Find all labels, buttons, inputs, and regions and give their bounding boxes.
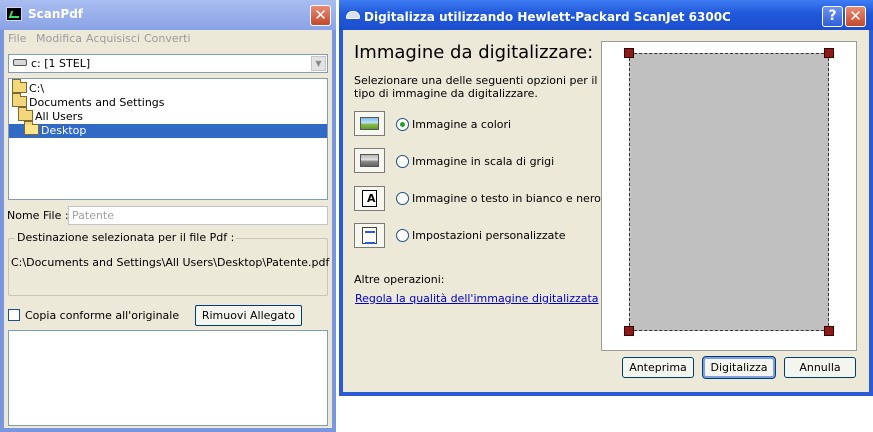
folder-label: Documents and Settings xyxy=(29,96,165,109)
crop-handle-bottom-right[interactable] xyxy=(824,326,834,336)
menu-modifica[interactable]: Modifica xyxy=(36,32,82,45)
altre-operazioni-label: Altre operazioni: xyxy=(354,273,445,286)
help-button[interactable]: ? xyxy=(822,6,843,27)
scanpdf-close-button[interactable]: ✕ xyxy=(310,5,331,26)
bw-text-icon[interactable] xyxy=(354,186,385,211)
drive-value: c: [1 STEL] xyxy=(31,57,91,70)
anteprima-button[interactable]: Anteprima xyxy=(622,357,694,378)
option-bw-radio[interactable] xyxy=(396,192,409,205)
folder-open-icon xyxy=(12,79,27,93)
menu-acquisisci[interactable]: Acquisisci xyxy=(86,32,140,45)
scanpdf-client: File Modifica Acquisisci Converti c: [1 … xyxy=(4,30,332,428)
digitalizza-button[interactable]: Digitalizza xyxy=(702,356,776,379)
option-grayscale-label[interactable]: Immagine in scala di grigi xyxy=(412,155,554,168)
attachment-list[interactable] xyxy=(8,330,328,426)
scanner-icon xyxy=(346,11,360,19)
scanpdf-app-icon xyxy=(6,7,22,21)
folder-item-desktop[interactable]: Desktop xyxy=(9,121,327,138)
folder-open-icon xyxy=(18,107,33,121)
option-custom-radio[interactable] xyxy=(396,229,409,242)
folder-label: Desktop xyxy=(41,124,87,137)
rimuovi-allegato-button[interactable]: Rimuovi Allegato xyxy=(195,305,302,326)
folder-list[interactable]: C:\ Documents and Settings All Users Des… xyxy=(8,78,328,200)
chevron-down-icon[interactable]: ▼ xyxy=(311,56,326,71)
scanpdf-window: ScanPdf ✕ File Modifica Acquisisci Conve… xyxy=(0,0,336,432)
destination-legend: Destinazione selezionata per il file Pdf… xyxy=(15,231,237,244)
menu-bar: File Modifica Acquisisci Converti xyxy=(4,30,332,48)
scan-selection-box[interactable] xyxy=(629,53,829,331)
scan-dialog-title: Digitalizza utilizzando Hewlett-Packard … xyxy=(364,10,731,24)
regola-qualita-link[interactable]: Regola la qualità dell'immagine digitali… xyxy=(355,292,599,305)
dialog-instructions: Selezionare una delle seguenti opzioni p… xyxy=(354,74,598,100)
drive-icon xyxy=(13,59,27,66)
menu-file[interactable]: File xyxy=(8,32,26,45)
scan-dialog-client: Immagine da digitalizzare: Selezionare u… xyxy=(343,30,869,392)
scan-dialog-close-button[interactable]: ✕ xyxy=(845,6,866,27)
scan-dialog-window: Digitalizza utilizzando Hewlett-Packard … xyxy=(339,0,873,396)
crop-handle-bottom-left[interactable] xyxy=(624,326,634,336)
scanpdf-title: ScanPdf xyxy=(28,7,84,21)
copia-conforme-checkbox[interactable] xyxy=(8,309,20,321)
option-color-label[interactable]: Immagine a colori xyxy=(412,118,511,131)
option-custom-label[interactable]: Impostazioni personalizzate xyxy=(412,229,565,242)
color-picture-icon[interactable] xyxy=(354,111,385,136)
annulla-button[interactable]: Annulla xyxy=(784,357,856,378)
scanpdf-title-bar[interactable]: ScanPdf ✕ xyxy=(0,0,336,30)
folder-item-documents-and-settings[interactable]: Documents and Settings xyxy=(12,93,169,110)
dialog-heading: Immagine da digitalizzare: xyxy=(354,42,594,63)
nome-file-input[interactable] xyxy=(68,206,328,225)
crop-handle-top-left[interactable] xyxy=(624,48,634,58)
nome-file-label: Nome File : xyxy=(7,209,69,222)
option-grayscale-radio[interactable] xyxy=(396,155,409,168)
option-bw-label[interactable]: Immagine o testo in bianco e nero xyxy=(412,192,601,205)
folder-open-icon xyxy=(24,121,39,135)
option-color-radio[interactable] xyxy=(396,118,409,131)
scan-dialog-title-bar[interactable]: Digitalizza utilizzando Hewlett-Packard … xyxy=(339,0,873,30)
drive-select[interactable]: c: [1 STEL] ▼ xyxy=(8,54,328,73)
scan-preview-area[interactable] xyxy=(601,41,857,351)
folder-label: C:\ xyxy=(29,82,45,95)
copia-conforme-label[interactable]: Copia conforme all'originale xyxy=(25,309,179,322)
destination-path: C:\Documents and Settings\All Users\Desk… xyxy=(11,256,330,269)
grayscale-picture-icon[interactable] xyxy=(354,148,385,173)
crop-handle-top-right[interactable] xyxy=(824,48,834,58)
custom-settings-icon[interactable] xyxy=(354,223,385,248)
menu-converti[interactable]: Converti xyxy=(144,32,191,45)
folder-open-icon xyxy=(12,93,27,107)
destination-group: Destinazione selezionata per il file Pdf… xyxy=(8,231,330,296)
folder-label: All Users xyxy=(35,110,83,123)
